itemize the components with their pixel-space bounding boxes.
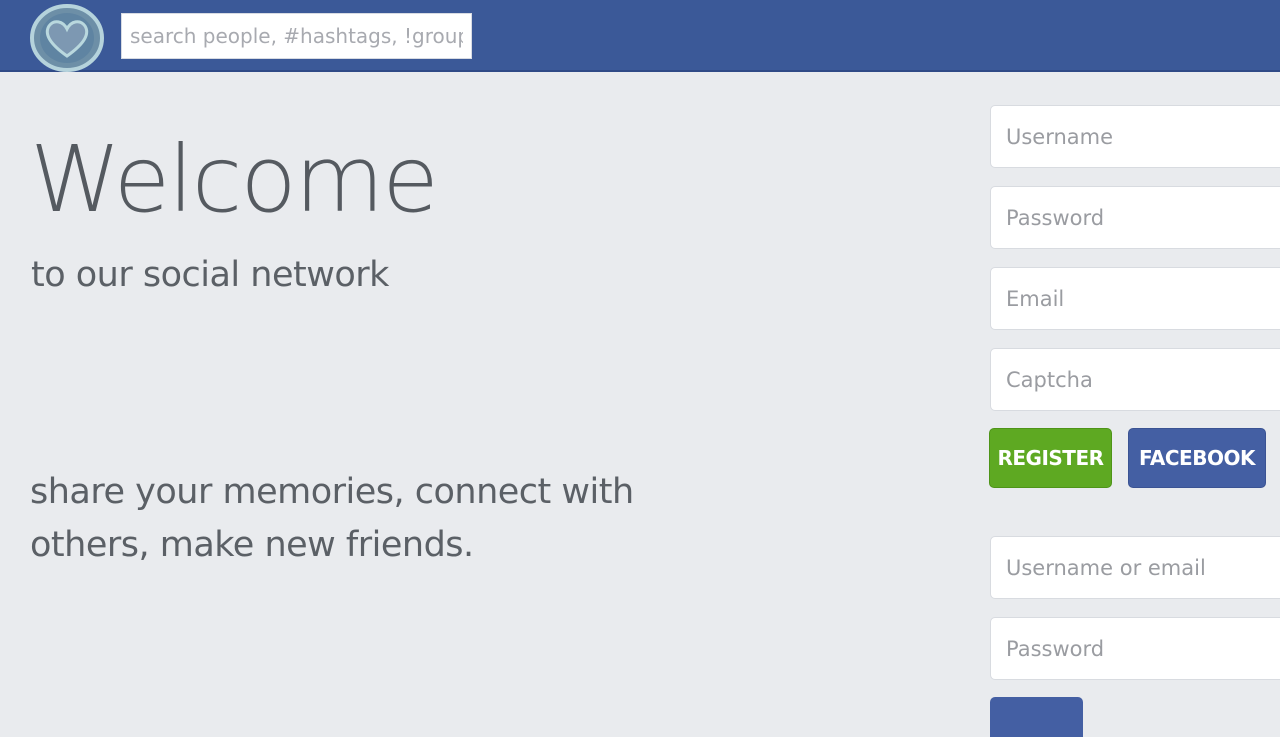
login-username-input[interactable] bbox=[990, 536, 1280, 599]
login-button[interactable] bbox=[990, 697, 1083, 737]
register-email-input[interactable] bbox=[990, 267, 1280, 330]
welcome-tagline: share your memories, connect with others… bbox=[30, 472, 634, 565]
top-navigation-bar bbox=[0, 0, 1280, 72]
register-username-input[interactable] bbox=[990, 105, 1280, 168]
register-password-input[interactable] bbox=[990, 186, 1280, 249]
welcome-heading: Welcome bbox=[30, 126, 439, 233]
search-input[interactable] bbox=[121, 13, 472, 59]
register-button[interactable]: REGISTER bbox=[989, 428, 1112, 488]
register-captcha-input[interactable] bbox=[990, 348, 1280, 411]
welcome-subtitle: to our social network bbox=[31, 255, 389, 295]
facebook-login-button[interactable]: FACEBOOK bbox=[1128, 428, 1266, 488]
login-password-input[interactable] bbox=[990, 617, 1280, 680]
heart-logo-icon[interactable] bbox=[30, 4, 104, 72]
